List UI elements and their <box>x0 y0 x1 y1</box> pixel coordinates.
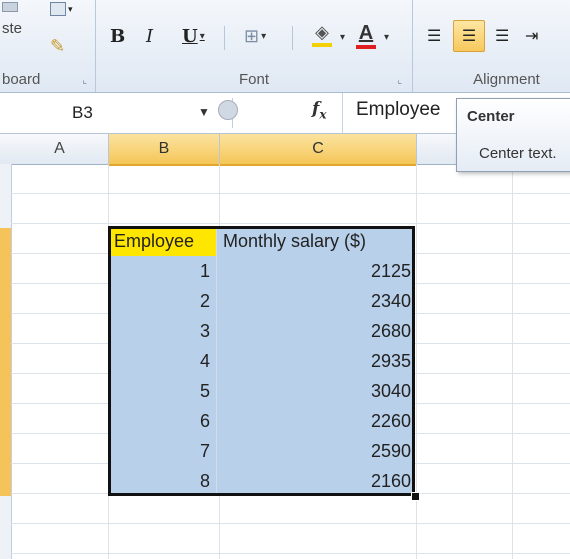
fill-handle[interactable] <box>411 492 420 501</box>
indent-icon: ⇥ <box>525 28 539 45</box>
table-row-employee[interactable]: 2 <box>108 286 217 316</box>
clipboard-group: ▾ ste ✎ board ⌞ <box>0 0 96 92</box>
name-box-dropdown-icon[interactable]: ▼ <box>198 105 210 119</box>
column-header-c[interactable]: C <box>220 134 417 166</box>
underline-label: U <box>182 26 198 47</box>
underline-dropdown-icon[interactable]: ▾ <box>200 31 205 42</box>
fill-color-dropdown-icon[interactable]: ▾ <box>340 32 345 43</box>
align-left-button[interactable]: ☰ <box>427 26 441 46</box>
formula-bar-input[interactable]: Employee <box>356 99 441 121</box>
table-row-salary[interactable]: 2935 <box>217 346 415 376</box>
separator <box>292 26 293 50</box>
data-table: Employee Monthly salary ($) 1 2125 2 234… <box>108 226 415 496</box>
tooltip-description: Center text. <box>479 145 557 162</box>
paste-label[interactable]: ste <box>2 20 22 37</box>
italic-label: I <box>146 26 154 47</box>
fill-color-swatch <box>312 43 332 47</box>
table-row-salary[interactable]: 2160 <box>217 466 415 496</box>
formula-bar-handle-icon[interactable] <box>218 100 238 120</box>
name-box[interactable]: B3 ▼ <box>0 98 233 128</box>
table-row-employee[interactable]: 5 <box>108 376 217 406</box>
font-group-label: Font <box>238 71 269 88</box>
table-row-employee[interactable]: 1 <box>108 256 217 286</box>
borders-button[interactable]: ⊞ ▾ <box>244 26 266 47</box>
table-row-employee[interactable]: 3 <box>108 316 217 346</box>
center-tooltip: Center Center text. <box>456 98 570 172</box>
ribbon: ▾ ste ✎ board ⌞ B I U ▾ ⊞ ▾ ◈ ▾ A ▾ Font ⌞ <box>0 0 570 93</box>
insert-function-icon[interactable]: fx <box>312 99 326 121</box>
copy-icon[interactable] <box>50 2 66 16</box>
align-right-icon: ☰ <box>495 28 510 45</box>
column-header-b[interactable]: B <box>109 134 220 166</box>
align-center-icon: ☰ <box>461 28 477 45</box>
align-left-icon: ☰ <box>427 28 442 45</box>
table-row-salary[interactable]: 2680 <box>217 316 415 346</box>
clipboard-group-label: board <box>2 71 41 88</box>
italic-button[interactable]: I <box>146 26 153 47</box>
align-center-button[interactable]: ☰ <box>453 20 485 52</box>
bold-button[interactable]: B <box>110 26 125 47</box>
copy-dropdown-icon[interactable]: ▾ <box>68 4 73 15</box>
table-row-employee[interactable]: 6 <box>108 406 217 436</box>
indent-button[interactable]: ⇥ <box>525 26 538 46</box>
paste-icon[interactable] <box>2 2 18 12</box>
alignment-group-label: Alignment <box>473 71 540 88</box>
font-launcher-icon[interactable]: ⌞ <box>397 75 402 86</box>
column-header-a[interactable]: A <box>11 134 109 164</box>
font-color-letter: A <box>358 22 374 44</box>
cell-b3[interactable]: Employee <box>108 226 217 256</box>
table-row-salary[interactable]: 2260 <box>217 406 415 436</box>
align-right-button[interactable]: ☰ <box>495 26 509 46</box>
font-color-swatch <box>356 45 376 49</box>
table-row-salary[interactable]: 2590 <box>217 436 415 466</box>
table-row-salary[interactable]: 2340 <box>217 286 415 316</box>
underline-button[interactable]: U ▾ <box>182 26 205 47</box>
table-row-employee[interactable]: 7 <box>108 436 217 466</box>
grid-line <box>512 164 513 559</box>
row-headers-selected <box>0 228 11 496</box>
font-group: B I U ▾ ⊞ ▾ ◈ ▾ A ▾ Font ⌞ <box>96 0 413 92</box>
cell-c3[interactable]: Monthly salary ($) <box>217 226 415 256</box>
table-row-salary[interactable]: 2125 <box>217 256 415 286</box>
borders-icon: ⊞ <box>244 26 260 46</box>
table-row-salary[interactable]: 3040 <box>217 376 415 406</box>
fill-color-button[interactable]: ◈ <box>312 22 332 47</box>
alignment-group: ☰ ☰ ☰ ⇥ Alignment <box>413 0 570 92</box>
separator <box>224 26 225 50</box>
font-color-dropdown-icon[interactable]: ▾ <box>384 32 389 43</box>
fill-bucket-icon: ◈ <box>315 22 329 42</box>
borders-dropdown-icon[interactable]: ▾ <box>261 31 266 42</box>
clipboard-launcher-icon[interactable]: ⌞ <box>82 75 87 86</box>
format-painter-icon[interactable]: ✎ <box>50 36 65 57</box>
bold-label: B <box>110 26 126 47</box>
table-row-employee[interactable]: 4 <box>108 346 217 376</box>
formula-bar-separator <box>342 93 343 133</box>
table-row-employee[interactable]: 8 <box>108 466 217 496</box>
name-box-value: B3 <box>72 103 93 122</box>
font-color-button[interactable]: A <box>356 22 376 49</box>
tooltip-title: Center <box>467 108 515 125</box>
